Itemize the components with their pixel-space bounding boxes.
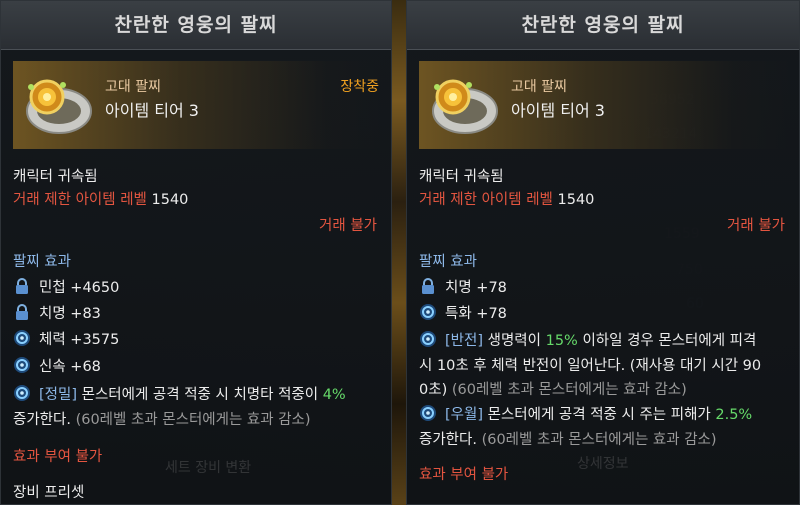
swirl-icon <box>420 405 436 421</box>
bracelet-icon <box>26 79 92 134</box>
trade-level-value: 1540 <box>151 192 189 208</box>
item-grade: 고대 팔찌 <box>105 79 161 95</box>
stat-row: 체력 +3575 <box>13 328 119 349</box>
special-highlight: 2.5% <box>715 407 753 423</box>
trade-level-row: 거래 제한 아이템 레벨 1540 <box>419 188 594 209</box>
stat-label: 민첩 +4650 <box>39 280 120 296</box>
trade-status: 거래 불가 <box>319 218 377 234</box>
trade-level-label: 거래 제한 아이템 레벨 <box>13 192 147 208</box>
no-grant-status: 효과 부여 불가 <box>419 467 509 483</box>
equipped-badge: 장착중 <box>340 79 379 95</box>
stat-row: 치명 +78 <box>419 276 507 297</box>
trade-level-label: 거래 제한 아이템 레벨 <box>419 192 553 208</box>
special-effect-1-line3: 0초) (60레벨 초과 몬스터에게는 효과 감소) <box>419 378 687 399</box>
lock-icon <box>16 304 28 320</box>
trade-status: 거래 불가 <box>727 218 785 234</box>
special-tag: [정밀] <box>39 387 77 403</box>
stat-row: 신속 +68 <box>13 355 101 376</box>
special-tag: [반전] <box>445 333 483 349</box>
stat-label: 특화 +78 <box>445 306 507 322</box>
effects-header: 팔찌 효과 <box>13 254 71 270</box>
special-effect-1-line1: [반전] 생명력이 15% 이하일 경우 몬스터에게 피격 <box>419 329 756 350</box>
swirl-icon <box>14 357 30 373</box>
special-text: 생명력이 <box>487 333 541 349</box>
tooltip-title: 찬란한 영웅의 팔찌 <box>1 1 391 50</box>
special-note: (60레벨 초과 몬스터에게는 효과 감소) <box>75 412 311 428</box>
special-tag: [우월] <box>445 407 483 423</box>
ghost-detail-info: 상세정보 <box>577 456 629 472</box>
bound-status: 캐릭터 귀속됨 <box>13 169 98 185</box>
stat-label: 치명 +83 <box>39 306 101 322</box>
stat-row: 치명 +83 <box>13 302 101 323</box>
swirl-icon <box>14 330 30 346</box>
special-effect-2-line1: [우월] 몬스터에게 공격 적중 시 주는 피해가 2.5% <box>419 403 752 424</box>
effects-header: 팔찌 효과 <box>419 254 477 270</box>
special-effect-2-line2: 증가한다. (60레벨 초과 몬스터에게는 효과 감소) <box>419 428 717 449</box>
special-effect-line1: [정밀] 몬스터에게 공격 적중 시 치명타 적중이 4% <box>13 383 346 404</box>
bound-status: 캐릭터 귀속됨 <box>419 169 504 185</box>
stat-label: 체력 +3575 <box>39 332 120 348</box>
tooltip-title: 찬란한 영웅의 팔찌 <box>407 1 799 50</box>
swirl-icon <box>14 385 30 401</box>
special-highlight: 15% <box>545 333 578 349</box>
special-effect-line2: 증가한다. (60레벨 초과 몬스터에게는 효과 감소) <box>13 408 311 429</box>
special-note: (60레벨 초과 몬스터에게는 효과 감소) <box>451 382 687 398</box>
item-tier: 아이템 티어 3 <box>511 101 605 120</box>
no-grant-status: 효과 부여 불가 <box>13 449 103 465</box>
special-text-cont: 0초) <box>419 382 448 398</box>
special-text: 몬스터에게 공격 적중 시 주는 피해가 <box>487 407 711 423</box>
item-tooltip-equipped: 찬란한 영웅의 팔찌 고대 팔찌 아이템 티어 3 장착중 캐릭터 귀속됨 거래… <box>0 0 392 505</box>
special-note: (60레벨 초과 몬스터에게는 효과 감소) <box>481 432 717 448</box>
item-tooltip-compare: 찬란한 영웅의 팔찌 고대 팔찌 아이템 티어 3 캐릭터 귀속됨 거래 제한 … <box>406 0 800 505</box>
equipment-preset: 장비 프리셋 <box>13 485 85 501</box>
special-effect-1-line2: 시 10초 후 체력 반전이 일어난다. (재사용 대기 시간 90 <box>419 358 762 374</box>
lock-icon <box>422 278 434 294</box>
special-text-cont: 증가한다. <box>419 432 477 448</box>
special-highlight: 4% <box>322 387 346 403</box>
special-text: 몬스터에게 공격 적중 시 치명타 적중이 <box>81 387 319 403</box>
item-tier: 아이템 티어 3 <box>105 101 199 120</box>
stat-label: 신속 +68 <box>39 359 101 375</box>
ghost-set-convert: 세트 장비 변환 <box>165 460 252 476</box>
item-header: 고대 팔찌 아이템 티어 3 장착중 <box>13 61 381 149</box>
bracelet-icon <box>432 79 498 134</box>
trade-level-row: 거래 제한 아이템 레벨 1540 <box>13 188 188 209</box>
item-grade: 고대 팔찌 <box>511 79 567 95</box>
stat-row: 특화 +78 <box>419 302 507 323</box>
swirl-icon <box>420 331 436 347</box>
swirl-icon <box>420 304 436 320</box>
lock-icon <box>16 278 28 294</box>
stat-row: 민첩 +4650 <box>13 276 119 297</box>
special-text-after: 이하일 경우 몬스터에게 피격 <box>582 333 757 349</box>
trade-level-value: 1540 <box>557 192 595 208</box>
special-text-cont: 증가한다. <box>13 412 71 428</box>
stat-label: 치명 +78 <box>445 280 507 296</box>
background-ornament <box>392 0 406 505</box>
item-header: 고대 팔찌 아이템 티어 3 <box>419 61 789 149</box>
